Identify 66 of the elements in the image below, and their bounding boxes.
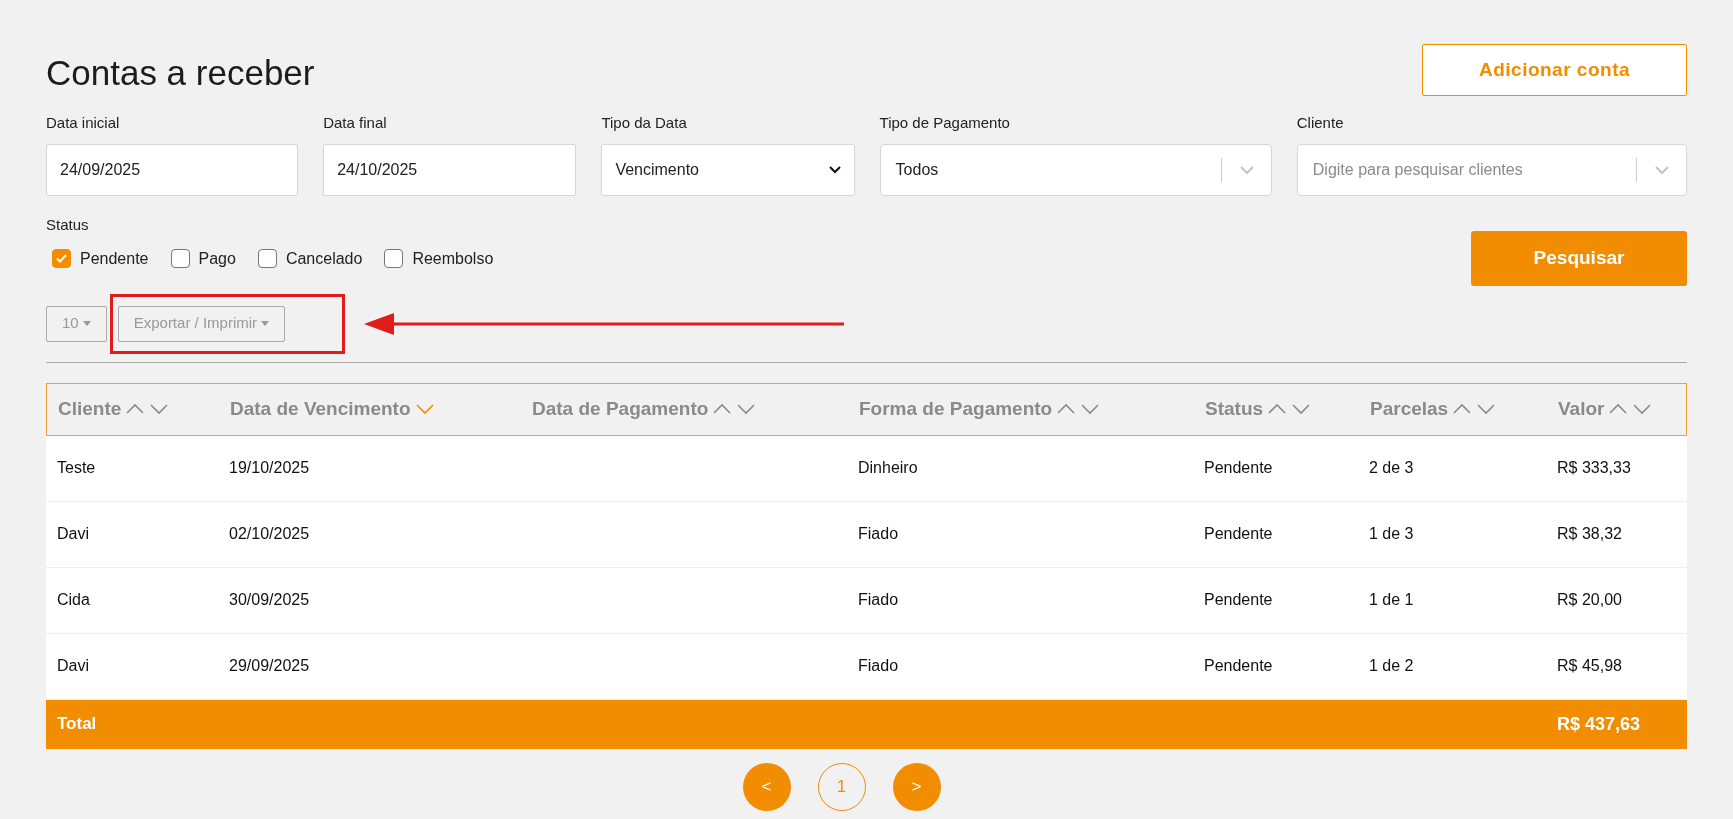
column-header[interactable]: Parcelas <box>1370 394 1449 424</box>
table-cell: 1 de 1 <box>1369 591 1414 608</box>
column-header[interactable]: Data de Vencimento <box>230 394 411 424</box>
field-label: Tipo de Pagamento <box>879 112 1011 133</box>
table-cell: Pendente <box>1204 459 1273 476</box>
table-cell: Davi <box>57 525 89 542</box>
table-cell: 2 de 3 <box>1369 459 1414 476</box>
pagination-button[interactable]: < <box>742 762 791 811</box>
total-value: R$ 437,63 <box>1557 712 1642 736</box>
page-size-dropdown[interactable]: 10 <box>46 305 107 342</box>
search-button[interactable]: Pesquisar <box>1471 230 1687 286</box>
caret-icon <box>261 321 270 326</box>
table-cell: 1 de 2 <box>1369 657 1414 674</box>
field-label: Cliente <box>1296 112 1345 133</box>
table-cell: 1 de 3 <box>1369 525 1414 542</box>
table-cell: Cida <box>57 591 90 608</box>
chevron-down-icon <box>1238 165 1255 175</box>
status-label: Status <box>46 215 90 235</box>
table-cell: R$ 333,33 <box>1557 459 1631 476</box>
field-label: Tipo da Data <box>601 112 688 133</box>
date-field[interactable]: 24/10/2025 <box>323 144 577 196</box>
pagination-button[interactable]: > <box>892 762 941 811</box>
table-cell: Fiado <box>858 591 899 608</box>
table-cell: 19/10/2025 <box>229 459 310 476</box>
table-cell: Pendente <box>1204 591 1273 608</box>
field-label: Data final <box>323 112 388 133</box>
checkbox[interactable] <box>170 249 190 268</box>
chevron-down-icon <box>1654 165 1670 175</box>
checkbox[interactable] <box>257 249 277 268</box>
table-cell: Pendente <box>1204 657 1273 674</box>
sort-down-icon[interactable] <box>414 403 435 415</box>
add-account-button[interactable]: Adicionar conta <box>1422 44 1687 96</box>
checkbox-label: Pendente <box>80 248 149 269</box>
column-header[interactable]: Valor <box>1558 394 1605 424</box>
table-cell: 02/10/2025 <box>229 525 310 542</box>
column-header[interactable]: Forma de Pagamento <box>859 394 1053 424</box>
table-cell: R$ 45,98 <box>1557 657 1622 674</box>
check-icon <box>56 254 67 263</box>
table-cell: Pendente <box>1204 525 1273 542</box>
caret-icon <box>82 321 91 326</box>
table-cell: R$ 38,32 <box>1557 525 1622 542</box>
checkbox[interactable] <box>384 249 404 268</box>
combo-field[interactable]: Todos <box>879 144 1272 196</box>
column-header[interactable]: Cliente <box>58 394 122 424</box>
checkbox-label: Cancelado <box>285 248 363 269</box>
column-header[interactable]: Data de Pagamento <box>532 394 709 424</box>
table-cell: 30/09/2025 <box>229 591 310 608</box>
combo-field[interactable]: Digite para pesquisar clientes <box>1296 144 1687 196</box>
total-label: Total <box>57 713 98 736</box>
checkbox-label: Reembolso <box>412 248 494 269</box>
checkbox-label: Pago <box>198 248 236 269</box>
table-cell: Fiado <box>858 525 899 542</box>
checkbox[interactable] <box>52 249 71 268</box>
chevron-down-icon <box>828 166 841 174</box>
column-header[interactable]: Status <box>1205 394 1264 424</box>
table-cell: Davi <box>57 657 89 674</box>
field-label: Data inicial <box>46 112 121 133</box>
page-title: Contas a receber <box>46 52 315 94</box>
export-print-dropdown[interactable]: Exportar / Imprimir <box>117 305 286 342</box>
table-cell: Dinheiro <box>858 459 918 476</box>
table-cell: Fiado <box>858 657 899 674</box>
select-field[interactable]: Vencimento <box>601 144 855 196</box>
table-cell: R$ 20,00 <box>1557 591 1622 608</box>
date-field[interactable]: 24/09/2025 <box>46 144 299 196</box>
table-cell: Teste <box>57 459 96 476</box>
table-cell: 29/09/2025 <box>229 657 310 674</box>
